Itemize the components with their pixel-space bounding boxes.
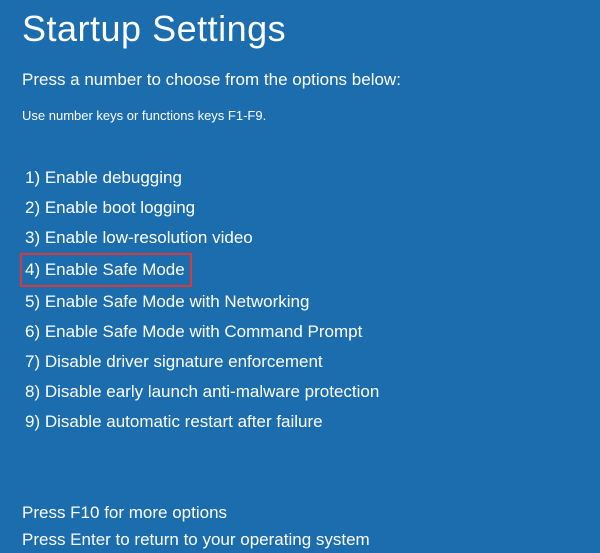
- option-item-7[interactable]: 7) Disable driver signature enforcement: [22, 347, 326, 377]
- option-item-5[interactable]: 5) Enable Safe Mode with Networking: [22, 287, 312, 317]
- option-row-6[interactable]: 6) Enable Safe Mode with Command Prompt: [22, 317, 578, 347]
- options-list: 1) Enable debugging2) Enable boot loggin…: [22, 163, 578, 437]
- page-title: Startup Settings: [22, 0, 578, 50]
- return-text: Press Enter to return to your operating …: [22, 526, 370, 553]
- footer: Press F10 for more options Press Enter t…: [22, 499, 370, 553]
- option-item-8[interactable]: 8) Disable early launch anti-malware pro…: [22, 377, 382, 407]
- option-row-7[interactable]: 7) Disable driver signature enforcement: [22, 347, 578, 377]
- option-row-2[interactable]: 2) Enable boot logging: [22, 193, 578, 223]
- more-options-text: Press F10 for more options: [22, 499, 370, 526]
- option-row-4[interactable]: 4) Enable Safe Mode: [22, 253, 578, 287]
- subinstruction-text: Use number keys or functions keys F1-F9.: [22, 108, 578, 123]
- option-item-9[interactable]: 9) Disable automatic restart after failu…: [22, 407, 326, 437]
- option-item-1[interactable]: 1) Enable debugging: [22, 163, 185, 193]
- instruction-text: Press a number to choose from the option…: [22, 70, 578, 90]
- option-row-9[interactable]: 9) Disable automatic restart after failu…: [22, 407, 578, 437]
- option-row-1[interactable]: 1) Enable debugging: [22, 163, 578, 193]
- option-row-8[interactable]: 8) Disable early launch anti-malware pro…: [22, 377, 578, 407]
- option-item-4[interactable]: 4) Enable Safe Mode: [20, 253, 192, 287]
- option-item-3[interactable]: 3) Enable low-resolution video: [22, 223, 256, 253]
- option-item-6[interactable]: 6) Enable Safe Mode with Command Prompt: [22, 317, 365, 347]
- option-row-5[interactable]: 5) Enable Safe Mode with Networking: [22, 287, 578, 317]
- option-item-2[interactable]: 2) Enable boot logging: [22, 193, 198, 223]
- option-row-3[interactable]: 3) Enable low-resolution video: [22, 223, 578, 253]
